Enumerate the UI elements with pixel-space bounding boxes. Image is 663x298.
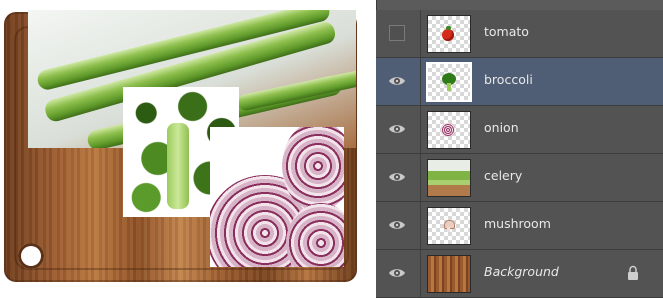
layer-visibility-cell[interactable] xyxy=(376,58,421,105)
layers-panel: tomato broccoli onion celery mushroom Backgro… xyxy=(376,0,663,298)
layer-name[interactable]: broccoli xyxy=(484,72,533,87)
layer-row-background[interactable]: Background xyxy=(376,250,663,298)
layer-thumbnail[interactable] xyxy=(427,159,471,197)
board-hanging-hole xyxy=(18,243,44,269)
layer-row-celery[interactable]: celery xyxy=(376,154,663,202)
eye-icon[interactable] xyxy=(388,216,406,234)
document-canvas[interactable] xyxy=(0,0,362,295)
layer-thumbnail[interactable] xyxy=(427,111,471,149)
layer-thumbnail[interactable] xyxy=(427,255,471,293)
layer-row-tomato[interactable]: tomato xyxy=(376,10,663,58)
eye-icon[interactable] xyxy=(388,264,406,282)
layer-visibility-cell[interactable] xyxy=(376,106,421,153)
eye-icon[interactable] xyxy=(388,120,406,138)
layer-name[interactable]: celery xyxy=(484,168,522,183)
eye-icon[interactable] xyxy=(388,72,406,90)
broccoli-stem xyxy=(167,123,189,209)
layer-row-onion[interactable]: onion xyxy=(376,106,663,154)
visibility-off-box[interactable] xyxy=(389,25,405,41)
layer-visibility-cell[interactable] xyxy=(376,202,421,249)
eye-icon[interactable] xyxy=(388,168,406,186)
layer-row-broccoli[interactable]: broccoli xyxy=(376,58,663,106)
lock-icon[interactable] xyxy=(627,265,639,281)
layer-visibility-cell[interactable] xyxy=(376,154,421,201)
layer-visibility-cell[interactable] xyxy=(376,250,421,297)
layer-thumbnail[interactable] xyxy=(426,62,472,102)
layer-name[interactable]: onion xyxy=(484,120,519,135)
onion-layer-image[interactable] xyxy=(210,127,344,267)
layer-row-mushroom[interactable]: mushroom xyxy=(376,202,663,250)
layer-thumbnail[interactable] xyxy=(427,15,471,53)
layer-name[interactable]: Background xyxy=(484,264,559,279)
layer-visibility-cell[interactable] xyxy=(376,10,421,57)
layer-name[interactable]: mushroom xyxy=(484,216,551,231)
layer-thumbnail[interactable] xyxy=(427,207,471,245)
layer-name[interactable]: tomato xyxy=(484,24,529,39)
